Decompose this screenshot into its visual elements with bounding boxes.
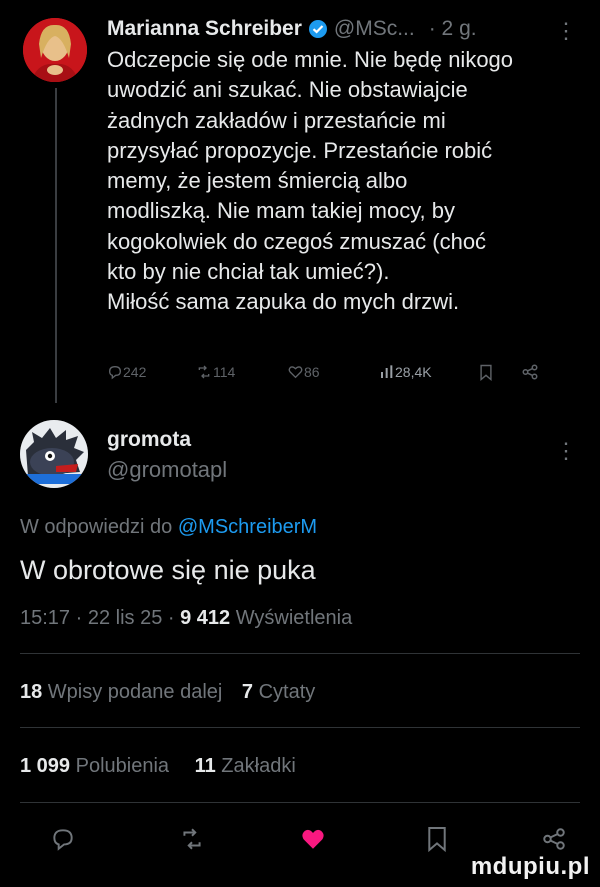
- divider: [20, 802, 580, 803]
- bookmarks-stat[interactable]: 11 Zakładki: [195, 755, 296, 777]
- views-icon: [381, 365, 393, 378]
- watermark: mdupiu.pl: [470, 853, 590, 880]
- views-button[interactable]: 28,4K: [379, 364, 479, 380]
- divider: [20, 727, 580, 728]
- post-timestamp[interactable]: 15:17 · 22 lis 25 ·: [20, 607, 180, 629]
- reply-context: W odpowiedzi do @MSchreiberM: [20, 516, 317, 539]
- verified-badge-icon: [308, 19, 328, 39]
- author-handle[interactable]: @MSc...: [334, 17, 415, 41]
- reply-prefix: W odpowiedzi do: [20, 516, 178, 538]
- avatar[interactable]: [20, 420, 88, 488]
- thread-line: [55, 88, 57, 403]
- post-text: W obrotowe się nie puka: [20, 555, 316, 585]
- repost-count: 114: [213, 364, 236, 380]
- reply-mention-link[interactable]: @MSchreiberM: [178, 516, 317, 538]
- repost-button[interactable]: [175, 822, 209, 856]
- post-meta: 15:17 · 22 lis 25 · 9 412 Wyświetlenia: [20, 607, 352, 630]
- post-text: Odczepcie się ode mnie. Nie będę nikogo …: [107, 47, 514, 315]
- like-button[interactable]: 86: [287, 364, 379, 380]
- bookmark-icon: [428, 827, 446, 853]
- share-icon: [543, 828, 565, 850]
- repost-icon: [198, 365, 210, 379]
- author-handle[interactable]: @gromotapl: [107, 457, 227, 483]
- views-count: 9 412: [180, 607, 231, 629]
- likes-stat[interactable]: 1 099 Polubienia: [20, 755, 169, 777]
- avatar[interactable]: [23, 18, 87, 82]
- like-button[interactable]: [296, 822, 330, 856]
- more-options-icon[interactable]: ⋮: [555, 438, 577, 464]
- bookmark-icon: [480, 364, 492, 381]
- author-name[interactable]: Marianna Schreiber: [107, 17, 302, 41]
- like-stats: 1 099 Polubienia 11 Zakładki: [20, 755, 296, 778]
- reposts-stat[interactable]: 18 Wpisy podane dalej: [20, 681, 222, 703]
- bookmark-button[interactable]: [420, 822, 454, 856]
- repost-icon: [183, 828, 201, 850]
- heart-icon: [302, 829, 324, 849]
- share-icon: [522, 364, 538, 380]
- share-button[interactable]: [537, 822, 571, 856]
- repost-stats: 18 Wpisy podane dalej 7 Cytaty: [20, 681, 315, 704]
- bookmark-button[interactable]: [479, 364, 521, 381]
- divider: [20, 653, 580, 654]
- views-label: Wyświetlenia: [230, 607, 353, 629]
- reply-button[interactable]: [46, 822, 80, 856]
- repost-button[interactable]: 114: [195, 364, 287, 380]
- post-time[interactable]: · 2 g.: [429, 17, 477, 41]
- views-count: 28,4K: [395, 364, 432, 380]
- more-options-icon[interactable]: ⋮: [555, 20, 577, 42]
- reply-icon: [53, 829, 73, 851]
- post-actions: 242 114 86 28,4K: [107, 363, 577, 381]
- quotes-stat[interactable]: 7 Cytaty: [242, 681, 315, 703]
- author-name[interactable]: gromota: [107, 428, 191, 452]
- post-header: Marianna Schreiber @MSc... · 2 g.: [107, 17, 580, 41]
- reply-icon: [108, 365, 122, 380]
- share-button[interactable]: [521, 363, 539, 381]
- reply-count: 242: [123, 364, 147, 380]
- reply-button[interactable]: 242: [107, 364, 195, 380]
- like-count: 86: [304, 364, 320, 380]
- heart-icon: [288, 366, 303, 379]
